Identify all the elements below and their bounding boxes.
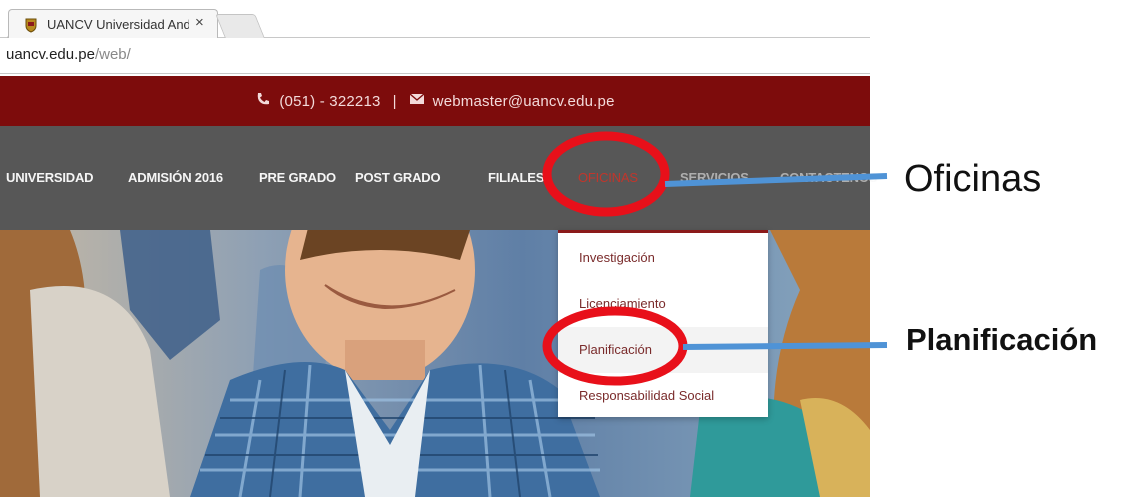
dropdown-item-investigacion[interactable]: Investigación — [558, 235, 768, 281]
nav-item-filiales[interactable]: FILIALES — [488, 170, 544, 185]
url-host: uancv.edu.pe — [6, 46, 95, 63]
nav-item-universidad[interactable]: UNIVERSIDAD — [6, 170, 94, 185]
nav-item-contactenos[interactable]: CONTACTENOS — [780, 170, 877, 185]
nav-item-pregrado[interactable]: PRE GRADO — [259, 170, 336, 185]
nav-item-postgrado[interactable]: POST GRADO — [355, 170, 441, 185]
annotation-planificacion: Planificación — [906, 322, 1098, 357]
main-navbar: UNIVERSIDAD ADMISIÓN 2016 PRE GRADO POST… — [0, 126, 877, 230]
tab-title: UANCV Universidad And — [47, 17, 189, 32]
new-tab-button[interactable] — [215, 14, 265, 38]
phone-number: (051) - 322213 — [279, 92, 381, 110]
close-icon[interactable]: × — [195, 14, 204, 31]
url-path: /web/ — [94, 46, 131, 63]
nav-item-oficinas[interactable]: OFICINAS — [578, 170, 638, 185]
browser-tab[interactable]: UANCV Universidad And × — [8, 9, 218, 39]
dropdown-item-responsabilidad-social[interactable]: Responsabilidad Social — [558, 373, 768, 419]
oficinas-dropdown: Investigación Licenciamiento Planificaci… — [558, 230, 768, 417]
phone-icon — [255, 91, 279, 111]
address-bar[interactable]: uancv.edu.pe/web/ — [0, 38, 870, 74]
url-text[interactable]: uancv.edu.pe/web/ — [6, 46, 131, 63]
dropdown-item-licenciamiento[interactable]: Licenciamiento — [558, 281, 768, 327]
annotation-oficinas: Oficinas — [904, 158, 1042, 200]
email-link[interactable]: webmaster@uancv.edu.pe — [433, 93, 615, 110]
nav-item-admision[interactable]: ADMISIÓN 2016 — [128, 170, 223, 185]
dropdown-item-planificacion[interactable]: Planificación — [558, 327, 768, 373]
contact-separator: | — [392, 92, 397, 110]
mail-icon — [409, 91, 433, 111]
university-crest-icon — [25, 18, 37, 33]
browser-tab-strip: UANCV Universidad And × — [0, 0, 870, 39]
nav-item-servicios[interactable]: SERVICIOS — [680, 170, 749, 185]
contact-info: (051) - 322213 | webmaster@uancv.edu.pe — [0, 91, 870, 111]
contact-bar: (051) - 322213 | webmaster@uancv.edu.pe — [0, 76, 870, 126]
